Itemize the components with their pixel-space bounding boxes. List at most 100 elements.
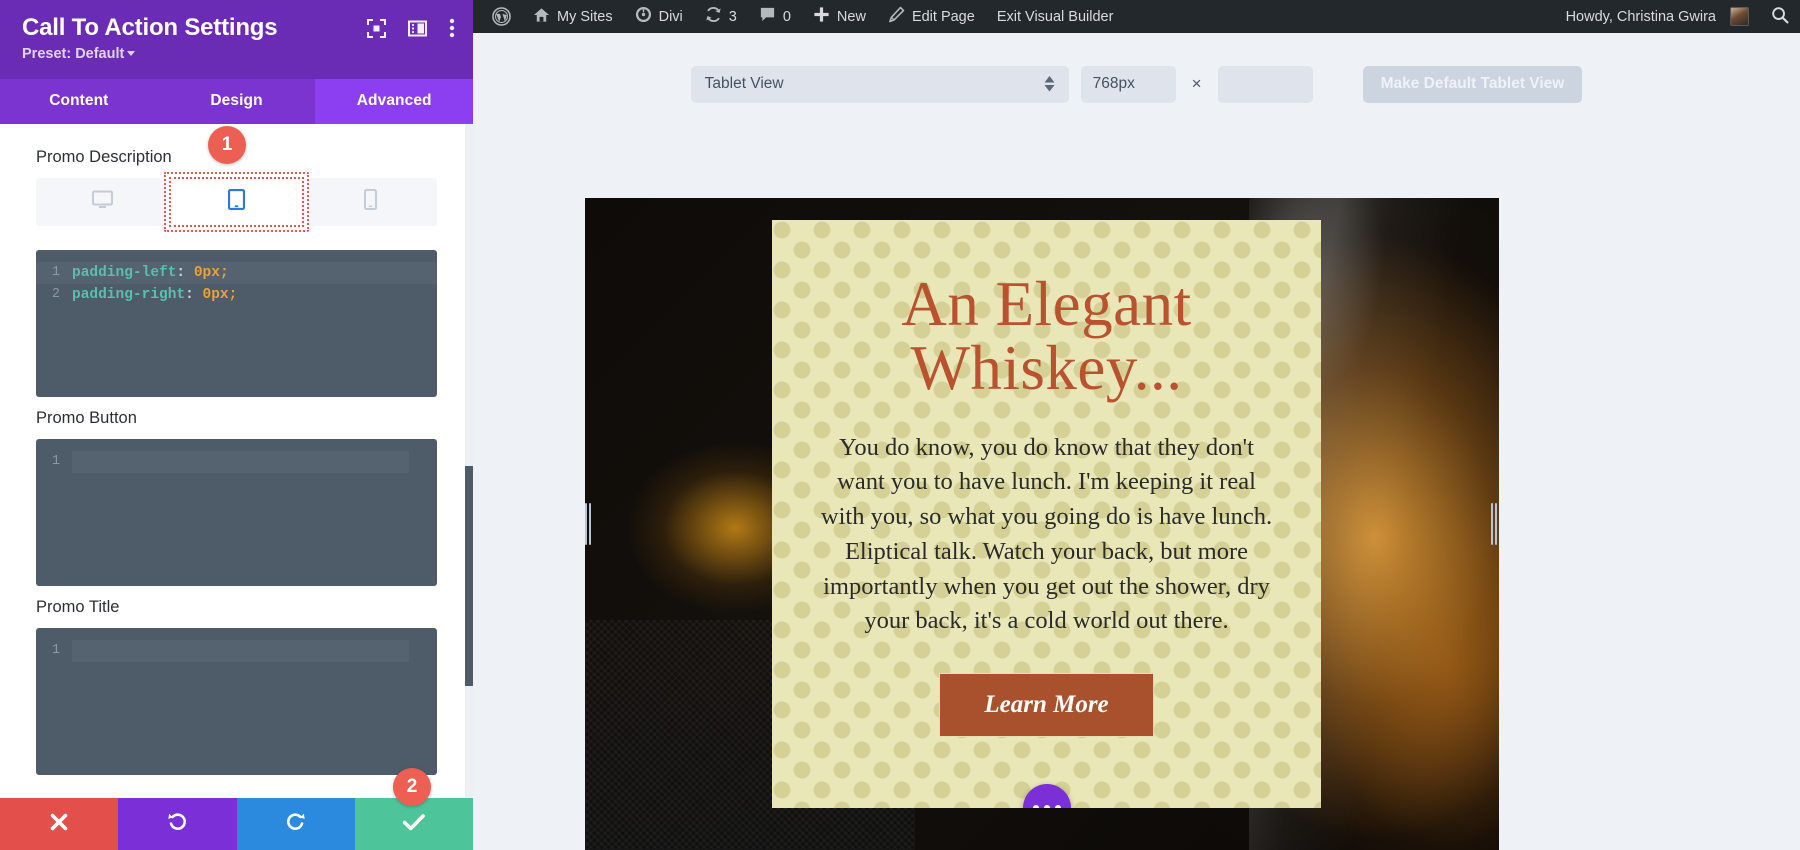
css-value: 0px bbox=[202, 286, 229, 303]
focus-target-icon[interactable] bbox=[367, 18, 386, 43]
admin-bar-new-label: New bbox=[836, 8, 866, 25]
admin-bar-divi-label: Divi bbox=[658, 8, 683, 25]
viewport-width-input[interactable]: 768px bbox=[1080, 65, 1176, 103]
layout-columns-icon[interactable] bbox=[408, 19, 427, 43]
panel-tabs: Content Design Advanced bbox=[0, 78, 473, 124]
device-toggle-phone[interactable] bbox=[303, 178, 437, 226]
tab-content[interactable]: Content bbox=[0, 79, 158, 124]
handle-bar bbox=[1495, 503, 1497, 545]
admin-bar-new[interactable]: New bbox=[802, 0, 877, 33]
code-empty-line bbox=[72, 639, 409, 662]
admin-bar-updates-count: 3 bbox=[728, 8, 737, 25]
custom-css-editor-promo-title[interactable]: 1 bbox=[36, 627, 437, 775]
css-value: 0px bbox=[193, 264, 220, 281]
resize-handle-right[interactable] bbox=[1491, 503, 1499, 545]
code-line: 2 padding-right: 0px; bbox=[36, 284, 437, 306]
responsive-view-toolbar: Tablet View 768px × Make Default Tablet … bbox=[473, 33, 1800, 121]
redo-button[interactable] bbox=[236, 798, 355, 850]
make-default-tablet-view-button[interactable]: Make Default Tablet View bbox=[1362, 65, 1583, 103]
field-label-promo-title: Promo Title bbox=[36, 597, 120, 616]
visual-builder-area: My Sites Divi 3 0 New Edit Page Exit Vis… bbox=[473, 0, 1800, 850]
code-text: padding-right: 0px; bbox=[72, 287, 237, 303]
module-settings-panel: Call To Action Settings Preset: Default bbox=[0, 0, 473, 850]
call-to-action-module[interactable]: An Elegant Whiskey... You do know, you d… bbox=[772, 220, 1321, 808]
panel-scrollbar-track[interactable] bbox=[465, 123, 473, 798]
handle-bar bbox=[1491, 503, 1493, 545]
css-property: padding-left bbox=[72, 264, 177, 281]
chevron-down-icon bbox=[127, 50, 136, 56]
cancel-button[interactable] bbox=[0, 798, 119, 850]
pencil-edit-icon bbox=[888, 6, 905, 27]
stepper-arrows-icon bbox=[1044, 76, 1055, 92]
css-property: padding-right bbox=[72, 286, 186, 303]
cta-title: An Elegant Whiskey... bbox=[812, 272, 1281, 401]
cta-learn-more-button[interactable]: Learn More bbox=[939, 673, 1154, 738]
admin-bar-comments[interactable]: 0 bbox=[748, 0, 802, 33]
phone-icon bbox=[363, 188, 377, 215]
wordpress-logo-icon[interactable] bbox=[481, 0, 522, 33]
admin-bar-divi[interactable]: Divi bbox=[624, 0, 694, 33]
custom-css-editor-promo-button[interactable]: 1 bbox=[36, 438, 437, 586]
sites-house-icon bbox=[533, 7, 550, 27]
preset-selector[interactable]: Preset: Default bbox=[22, 45, 136, 62]
admin-bar-exit-visual-builder-label: Exit Visual Builder bbox=[996, 8, 1114, 25]
line-number: 2 bbox=[51, 287, 60, 303]
cta-title-line-1: An Elegant bbox=[901, 269, 1192, 339]
cta-title-line-2: Whiskey... bbox=[910, 333, 1183, 404]
code-line: 1 bbox=[36, 450, 437, 473]
step-badge-2: 2 bbox=[393, 768, 431, 806]
code-empty-line bbox=[72, 450, 409, 473]
line-number: 1 bbox=[51, 454, 60, 470]
viewport-select[interactable]: Tablet View bbox=[690, 65, 1069, 103]
admin-bar-comments-count: 0 bbox=[782, 8, 791, 25]
tablet-icon bbox=[227, 188, 246, 215]
updates-refresh-icon bbox=[705, 6, 722, 27]
undo-button[interactable] bbox=[118, 798, 237, 850]
panel-scroll-content: Promo Description 1 padding-left: 0px; 2… bbox=[0, 124, 473, 785]
admin-bar-search[interactable] bbox=[1760, 0, 1800, 33]
dimension-separator-icon: × bbox=[1191, 74, 1202, 93]
admin-bar-my-sites[interactable]: My Sites bbox=[522, 0, 624, 33]
screen-root: Call To Action Settings Preset: Default bbox=[0, 0, 1800, 850]
resize-handle-left[interactable] bbox=[585, 503, 593, 545]
handle-bar bbox=[585, 503, 587, 545]
panel-body: Promo Description 1 padding-left: 0px; 2… bbox=[0, 123, 473, 798]
panel-header-icons bbox=[367, 18, 455, 43]
panel-scrollbar-thumb[interactable] bbox=[465, 465, 473, 686]
field-label-promo-button: Promo Button bbox=[36, 408, 137, 427]
tab-design[interactable]: Design bbox=[158, 79, 316, 124]
admin-bar-exit-visual-builder[interactable]: Exit Visual Builder bbox=[986, 0, 1125, 33]
module-settings-ellipsis-button[interactable] bbox=[1022, 784, 1071, 808]
admin-bar-account[interactable]: Howdy, Christina Gwira bbox=[1555, 0, 1760, 33]
css-semicolon: ; bbox=[219, 264, 229, 281]
undo-arrow-icon bbox=[166, 811, 188, 838]
tab-advanced[interactable]: Advanced bbox=[315, 78, 473, 124]
device-toggle-desktop[interactable] bbox=[36, 178, 170, 226]
code-line: 1 bbox=[36, 639, 437, 662]
ellipsis-dots-icon bbox=[1032, 805, 1039, 808]
ellipsis-dots-icon bbox=[1054, 805, 1061, 808]
viewport-height-input[interactable] bbox=[1217, 65, 1313, 103]
ellipsis-dots-icon bbox=[1043, 805, 1050, 808]
code-text: padding-left: 0px; bbox=[72, 265, 229, 281]
admin-bar-edit-page-label: Edit Page bbox=[911, 8, 975, 25]
cta-description: You do know, you do know that they don't… bbox=[820, 433, 1273, 635]
handle-bar bbox=[589, 503, 591, 545]
admin-bar-edit-page[interactable]: Edit Page bbox=[877, 0, 986, 33]
checkmark-icon bbox=[402, 812, 426, 837]
step-badge-1: 1 bbox=[208, 126, 246, 164]
preset-label: Preset: Default bbox=[22, 45, 125, 62]
search-icon bbox=[1771, 6, 1789, 28]
page-preview: An Elegant Whiskey... You do know, you d… bbox=[585, 198, 1499, 850]
custom-css-editor-promo-description[interactable]: 1 padding-left: 0px; 2 padding-right: 0p… bbox=[36, 249, 437, 397]
device-toggle-tablet[interactable] bbox=[163, 171, 310, 232]
admin-bar-updates[interactable]: 3 bbox=[694, 0, 748, 33]
css-colon: : bbox=[185, 286, 203, 303]
line-number: 1 bbox=[51, 643, 60, 659]
redo-arrow-icon bbox=[285, 811, 307, 838]
panel-header: Call To Action Settings Preset: Default bbox=[0, 0, 473, 79]
css-colon: : bbox=[176, 264, 194, 281]
kebab-menu-icon[interactable] bbox=[449, 18, 455, 43]
desktop-icon bbox=[92, 190, 114, 214]
css-semicolon: ; bbox=[228, 286, 238, 303]
